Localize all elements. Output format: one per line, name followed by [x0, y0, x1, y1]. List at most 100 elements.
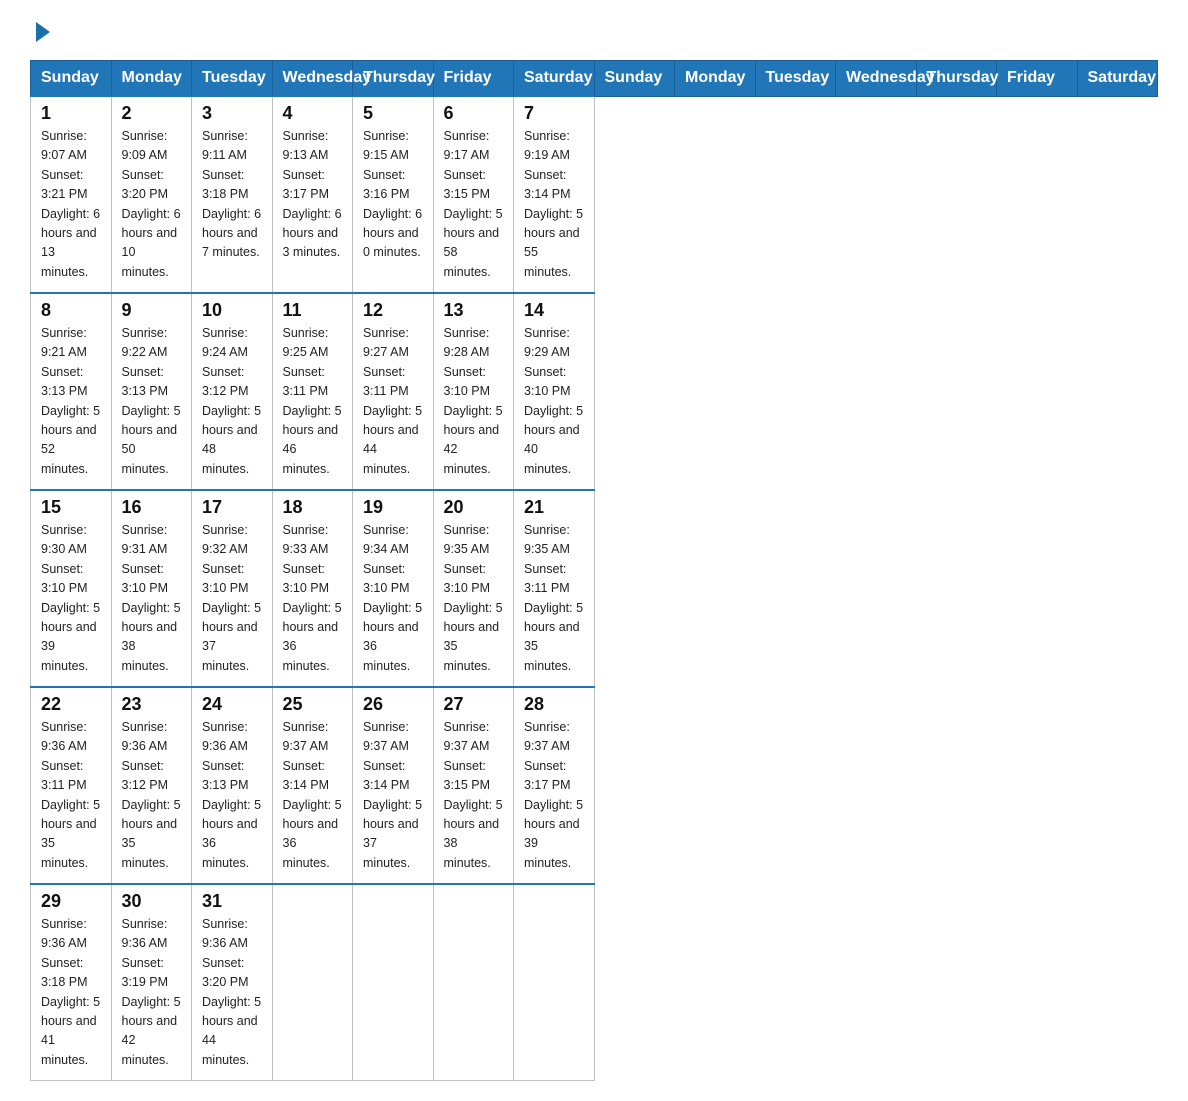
calendar-cell: 29 Sunrise: 9:36 AMSunset: 3:18 PMDayligh… — [31, 884, 112, 1081]
header-tuesday: Tuesday — [755, 61, 836, 97]
page-header — [30, 20, 1158, 42]
calendar-cell: 12 Sunrise: 9:27 AMSunset: 3:11 PMDayligh… — [353, 293, 434, 490]
calendar-cell: 16Sunrise: 9:31 AMSunset: 3:10 PMDayligh… — [111, 490, 192, 687]
logo — [30, 20, 56, 42]
week-row-3: 15 Sunrise: 9:30 AMSunset: 3:10 PMDayligh… — [31, 490, 1158, 687]
day-info: Sunrise: 9:35 AMSunset: 3:10 PMDaylight:… — [444, 521, 504, 676]
day-number: 2 — [122, 103, 182, 124]
calendar-cell: 27Sunrise: 9:37 AMSunset: 3:15 PMDayligh… — [433, 687, 514, 884]
calendar-cell: 9 Sunrise: 9:22 AMSunset: 3:13 PMDaylight… — [111, 293, 192, 490]
day-number: 26 — [363, 694, 423, 715]
day-number: 3 — [202, 103, 262, 124]
day-info: Sunrise: 9:35 AMSunset: 3:11 PMDaylight:… — [524, 521, 584, 676]
calendar-cell: 11 Sunrise: 9:25 AMSunset: 3:11 PMDayligh… — [272, 293, 353, 490]
day-number: 29 — [41, 891, 101, 912]
day-number: 16 — [122, 497, 182, 518]
header-wednesday: Wednesday — [836, 61, 917, 97]
calendar-table: SundayMondayTuesdayWednesdayThursdayFrid… — [30, 60, 1158, 1081]
day-info: Sunrise: 9:22 AMSunset: 3:13 PMDaylight:… — [122, 324, 182, 479]
day-info: Sunrise: 9:07 AMSunset: 3:21 PMDaylight:… — [41, 127, 101, 282]
calendar-cell — [272, 884, 353, 1081]
calendar-cell: 14Sunrise: 9:29 AMSunset: 3:10 PMDayligh… — [514, 293, 595, 490]
day-info: Sunrise: 9:19 AMSunset: 3:14 PMDaylight:… — [524, 127, 584, 282]
header-wednesday: Wednesday — [272, 61, 353, 97]
day-number: 11 — [283, 300, 343, 321]
calendar-cell: 2Sunrise: 9:09 AMSunset: 3:20 PMDaylight… — [111, 96, 192, 293]
day-info: Sunrise: 9:24 AMSunset: 3:12 PMDaylight:… — [202, 324, 262, 479]
day-info: Sunrise: 9:21 AMSunset: 3:13 PMDaylight:… — [41, 324, 101, 479]
day-number: 19 — [363, 497, 423, 518]
calendar-cell — [433, 884, 514, 1081]
day-info: Sunrise: 9:30 AMSunset: 3:10 PMDaylight:… — [41, 521, 101, 676]
day-info: Sunrise: 9:25 AMSunset: 3:11 PMDaylight:… — [283, 324, 343, 479]
day-number: 15 — [41, 497, 101, 518]
day-info: Sunrise: 9:36 AMSunset: 3:19 PMDaylight:… — [122, 915, 182, 1070]
calendar-cell: 30 Sunrise: 9:36 AMSunset: 3:19 PMDayligh… — [111, 884, 192, 1081]
calendar-cell: 19 Sunrise: 9:34 AMSunset: 3:10 PMDayligh… — [353, 490, 434, 687]
calendar-cell: 6 Sunrise: 9:17 AMSunset: 3:15 PMDaylight… — [433, 96, 514, 293]
calendar-cell: 24 Sunrise: 9:36 AMSunset: 3:13 PMDayligh… — [192, 687, 273, 884]
day-info: Sunrise: 9:29 AMSunset: 3:10 PMDaylight:… — [524, 324, 584, 479]
day-number: 8 — [41, 300, 101, 321]
day-info: Sunrise: 9:15 AMSunset: 3:16 PMDaylight:… — [363, 127, 423, 263]
day-number: 9 — [122, 300, 182, 321]
calendar-cell: 17 Sunrise: 9:32 AMSunset: 3:10 PMDayligh… — [192, 490, 273, 687]
calendar-cell: 3 Sunrise: 9:11 AMSunset: 3:18 PMDaylight… — [192, 96, 273, 293]
day-number: 17 — [202, 497, 262, 518]
week-row-2: 8 Sunrise: 9:21 AMSunset: 3:13 PMDaylight… — [31, 293, 1158, 490]
week-row-1: 1 Sunrise: 9:07 AMSunset: 3:21 PMDaylight… — [31, 96, 1158, 293]
calendar-cell: 25Sunrise: 9:37 AMSunset: 3:14 PMDayligh… — [272, 687, 353, 884]
day-number: 22 — [41, 694, 101, 715]
day-number: 31 — [202, 891, 262, 912]
calendar-cell: 23Sunrise: 9:36 AMSunset: 3:12 PMDayligh… — [111, 687, 192, 884]
day-info: Sunrise: 9:36 AMSunset: 3:12 PMDaylight:… — [122, 718, 182, 873]
calendar-cell — [353, 884, 434, 1081]
day-info: Sunrise: 9:36 AMSunset: 3:11 PMDaylight:… — [41, 718, 101, 873]
day-number: 24 — [202, 694, 262, 715]
calendar-cell: 22 Sunrise: 9:36 AMSunset: 3:11 PMDayligh… — [31, 687, 112, 884]
day-number: 21 — [524, 497, 584, 518]
day-number: 18 — [283, 497, 343, 518]
calendar-cell: 26 Sunrise: 9:37 AMSunset: 3:14 PMDayligh… — [353, 687, 434, 884]
day-number: 6 — [444, 103, 504, 124]
header-sunday: Sunday — [594, 61, 675, 97]
calendar-cell — [514, 884, 595, 1081]
calendar-cell: 4 Sunrise: 9:13 AMSunset: 3:17 PMDaylight… — [272, 96, 353, 293]
day-number: 30 — [122, 891, 182, 912]
header-row: SundayMondayTuesdayWednesdayThursdayFrid… — [31, 61, 1158, 97]
calendar-cell: 8 Sunrise: 9:21 AMSunset: 3:13 PMDaylight… — [31, 293, 112, 490]
header-monday: Monday — [111, 61, 192, 97]
header-sunday: Sunday — [31, 61, 112, 97]
calendar-cell: 18Sunrise: 9:33 AMSunset: 3:10 PMDayligh… — [272, 490, 353, 687]
day-info: Sunrise: 9:27 AMSunset: 3:11 PMDaylight:… — [363, 324, 423, 479]
day-info: Sunrise: 9:13 AMSunset: 3:17 PMDaylight:… — [283, 127, 343, 263]
day-number: 1 — [41, 103, 101, 124]
day-info: Sunrise: 9:34 AMSunset: 3:10 PMDaylight:… — [363, 521, 423, 676]
day-info: Sunrise: 9:36 AMSunset: 3:18 PMDaylight:… — [41, 915, 101, 1070]
day-number: 13 — [444, 300, 504, 321]
day-info: Sunrise: 9:37 AMSunset: 3:15 PMDaylight:… — [444, 718, 504, 873]
day-number: 5 — [363, 103, 423, 124]
header-tuesday: Tuesday — [192, 61, 273, 97]
day-info: Sunrise: 9:11 AMSunset: 3:18 PMDaylight:… — [202, 127, 262, 263]
day-info: Sunrise: 9:28 AMSunset: 3:10 PMDaylight:… — [444, 324, 504, 479]
day-info: Sunrise: 9:37 AMSunset: 3:17 PMDaylight:… — [524, 718, 584, 873]
day-info: Sunrise: 9:37 AMSunset: 3:14 PMDaylight:… — [363, 718, 423, 873]
day-number: 12 — [363, 300, 423, 321]
calendar-cell: 28 Sunrise: 9:37 AMSunset: 3:17 PMDayligh… — [514, 687, 595, 884]
calendar-cell: 31Sunrise: 9:36 AMSunset: 3:20 PMDayligh… — [192, 884, 273, 1081]
calendar-cell: 10Sunrise: 9:24 AMSunset: 3:12 PMDayligh… — [192, 293, 273, 490]
day-number: 28 — [524, 694, 584, 715]
header-saturday: Saturday — [1077, 61, 1158, 97]
day-number: 20 — [444, 497, 504, 518]
logo-arrow-icon — [36, 22, 50, 42]
day-number: 25 — [283, 694, 343, 715]
header-monday: Monday — [675, 61, 756, 97]
calendar-cell: 7 Sunrise: 9:19 AMSunset: 3:14 PMDaylight… — [514, 96, 595, 293]
day-info: Sunrise: 9:17 AMSunset: 3:15 PMDaylight:… — [444, 127, 504, 282]
day-info: Sunrise: 9:36 AMSunset: 3:13 PMDaylight:… — [202, 718, 262, 873]
calendar-cell: 21 Sunrise: 9:35 AMSunset: 3:11 PMDayligh… — [514, 490, 595, 687]
day-number: 7 — [524, 103, 584, 124]
day-info: Sunrise: 9:32 AMSunset: 3:10 PMDaylight:… — [202, 521, 262, 676]
day-number: 4 — [283, 103, 343, 124]
